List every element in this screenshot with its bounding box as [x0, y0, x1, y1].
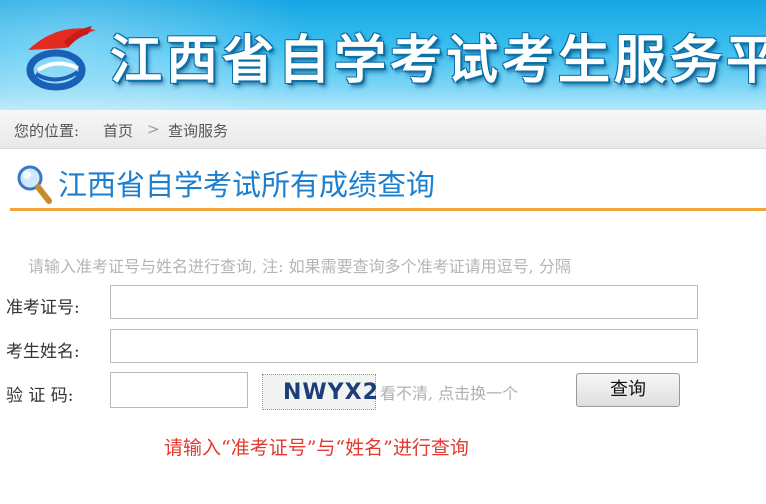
captcha-label: 验 证 码:: [6, 386, 74, 406]
exam-logo-icon: [26, 26, 96, 91]
query-button[interactable]: 查询: [576, 373, 680, 407]
section-title: 江西省自学考试所有成绩查询: [58, 168, 436, 202]
ticket-number-label: 准考证号:: [6, 298, 80, 318]
student-name-input[interactable]: [110, 329, 698, 363]
breadcrumb-current: 查询服务: [168, 122, 229, 140]
breadcrumb-prefix: 您的位置:: [14, 122, 80, 140]
section-heading: 江西省自学考试所有成绩查询: [10, 158, 766, 211]
ticket-number-input[interactable]: [110, 285, 698, 319]
breadcrumb-separator: >: [147, 120, 160, 138]
breadcrumb-home-link[interactable]: 首页: [103, 120, 133, 141]
captcha-input[interactable]: [110, 372, 248, 408]
banner-title: 江西省自学考试考生服务平台: [110, 30, 766, 91]
refresh-captcha-link[interactable]: 看不清, 点击换一个: [380, 380, 518, 404]
captcha-text: NWYX2: [283, 380, 379, 405]
header-banner: 江西省自学考试考生服务平台: [0, 0, 766, 110]
breadcrumb: 您的位置: 首页 > 查询服务: [0, 110, 766, 149]
captcha-image[interactable]: NWYX2: [262, 374, 379, 410]
magnifier-icon: [17, 165, 52, 204]
query-hint: 请输入准考证号与姓名进行查询, 注: 如果需要查询多个准考证请用逗号, 分隔: [28, 257, 571, 276]
input-notice: 请输入“准考证号”与“姓名”进行查询: [164, 437, 469, 459]
student-name-label: 考生姓名:: [6, 342, 80, 362]
